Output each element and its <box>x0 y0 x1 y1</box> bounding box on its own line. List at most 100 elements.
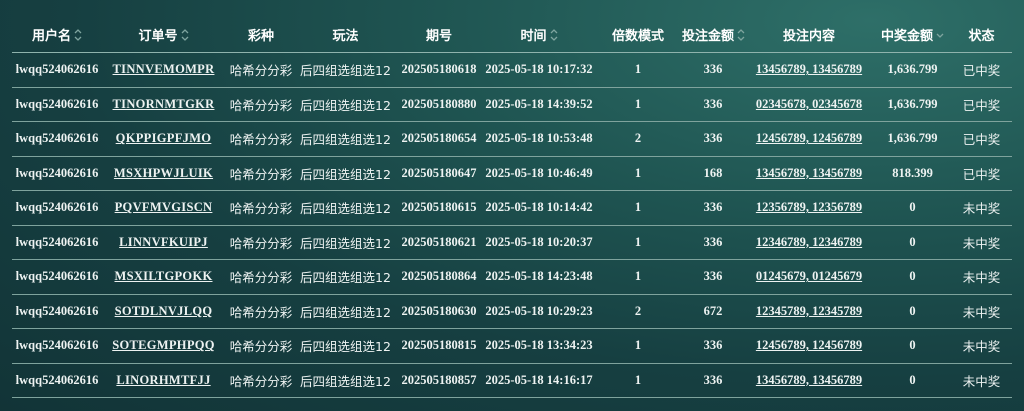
table-row: lwqq524062616 QKPPIGPFJMO 哈希分分彩 后四组选组选12 202… <box>12 121 1012 157</box>
order-link[interactable]: PQVFMVGISCN <box>115 200 213 214</box>
cell-issue: 202505180864 <box>394 259 484 295</box>
cell-time: 2025-05-18 10:53:48 <box>484 121 594 157</box>
order-link[interactable]: QKPPIGPFJMO <box>116 131 212 145</box>
cell-username: lwqq524062616 <box>12 363 102 398</box>
header-col-play: 玩法 <box>297 17 394 53</box>
cell-issue: 202505180857 <box>394 363 484 398</box>
cell-username: lwqq524062616 <box>12 259 102 295</box>
cell-play: 后四组选组选12 <box>297 156 394 191</box>
cell-status: 已中奖 <box>951 52 1012 88</box>
table-header: 用户名 订单号 彩种 玩法 期号 时间 倍数模式 投注金额 投注内容 中奖金额 状态 <box>12 17 1012 53</box>
header-label: 状态 <box>968 29 995 44</box>
cell-status: 未中奖 <box>951 363 1012 398</box>
cell-lottery: 哈希分分彩 <box>225 328 297 364</box>
cell-order-no: SOTEGMPHPQQ <box>102 328 225 364</box>
cell-bet-amount: 672 <box>682 294 744 329</box>
cell-multiplier: 1 <box>594 225 682 260</box>
bet-content-link[interactable]: 02345678, 02345678 <box>756 97 862 111</box>
cell-bet-content: 12456789, 12456789 <box>744 328 874 364</box>
cell-status: 未中奖 <box>951 328 1012 364</box>
cell-bet-content: 12456789, 12456789 <box>744 121 874 157</box>
header-col-order-no[interactable]: 订单号 <box>102 17 225 53</box>
table-row: lwqq524062616 SOTEGMPHPQQ 哈希分分彩 后四组选组选12 202… <box>12 328 1012 364</box>
cell-multiplier: 1 <box>594 328 682 364</box>
bet-content-link[interactable]: 12356789, 12356789 <box>756 200 862 214</box>
table-row: lwqq524062616 MSXILTGPOKK 哈希分分彩 后四组选组选12 202… <box>12 259 1012 295</box>
cell-username: lwqq524062616 <box>12 87 102 122</box>
sort-updown-icon[interactable] <box>74 28 82 42</box>
cell-lottery: 哈希分分彩 <box>225 363 297 398</box>
header-col-status: 状态 <box>951 17 1012 53</box>
cell-lottery: 哈希分分彩 <box>225 225 297 260</box>
cell-multiplier: 1 <box>594 87 682 122</box>
cell-bet-content: 13456789, 13456789 <box>744 363 874 398</box>
table-row: lwqq524062616 MSXHPWJLUIK 哈希分分彩 后四组选组选12 202… <box>12 156 1012 191</box>
cell-multiplier: 2 <box>594 294 682 329</box>
cell-issue: 202505180618 <box>394 52 484 88</box>
cell-multiplier: 1 <box>594 52 682 88</box>
cell-username: lwqq524062616 <box>12 328 102 364</box>
cell-order-no: MSXHPWJLUIK <box>102 156 225 191</box>
bet-content-link[interactable]: 12456789, 12456789 <box>756 338 862 352</box>
cell-bet-content: 12345789, 12345789 <box>744 294 874 329</box>
cell-time: 2025-05-18 10:29:23 <box>484 294 594 329</box>
bet-content-link[interactable]: 13456789, 13456789 <box>756 62 862 76</box>
cell-issue: 202505180621 <box>394 225 484 260</box>
cell-win-amount: 1,636.799 <box>874 121 951 157</box>
header-col-win-amount[interactable]: 中奖金额 <box>874 17 951 53</box>
bet-content-link[interactable]: 13456789, 13456789 <box>756 166 862 180</box>
header-col-bet-amount[interactable]: 投注金额 <box>682 17 745 53</box>
header-label: 倍数模式 <box>611 29 664 44</box>
cell-bet-amount: 336 <box>682 121 744 157</box>
order-link[interactable]: SOTEGMPHPQQ <box>112 338 215 352</box>
cell-status: 未中奖 <box>951 190 1012 226</box>
cell-username: lwqq524062616 <box>12 52 102 88</box>
cell-lottery: 哈希分分彩 <box>225 52 297 88</box>
cell-time: 2025-05-18 10:46:49 <box>484 156 594 191</box>
order-link[interactable]: LINORHMTFJJ <box>116 373 210 387</box>
cell-win-amount: 0 <box>874 294 951 329</box>
cell-win-amount: 1,636.799 <box>874 52 951 88</box>
header-label: 时间 <box>520 29 547 44</box>
cell-time: 2025-05-18 10:17:32 <box>484 52 594 88</box>
header-label: 投注内容 <box>782 29 835 44</box>
sort-down-icon[interactable] <box>936 28 944 42</box>
cell-play: 后四组选组选12 <box>297 190 394 226</box>
cell-bet-content: 01245679, 01245679 <box>744 259 874 295</box>
order-link[interactable]: TINNVEMOMPR <box>113 62 215 76</box>
cell-issue: 202505180880 <box>394 87 484 122</box>
sort-updown-icon[interactable] <box>181 28 189 42</box>
cell-issue: 202505180615 <box>394 190 484 226</box>
cell-lottery: 哈希分分彩 <box>225 294 297 329</box>
sort-updown-icon[interactable] <box>550 28 558 42</box>
cell-time: 2025-05-18 14:23:48 <box>484 259 594 295</box>
cell-status: 未中奖 <box>951 259 1012 295</box>
header-col-username[interactable]: 用户名 <box>12 17 102 53</box>
bet-content-link[interactable]: 01245679, 01245679 <box>756 269 862 283</box>
order-link[interactable]: LINNVFKUIPJ <box>119 235 208 249</box>
bet-content-link[interactable]: 13456789, 13456789 <box>756 373 862 387</box>
header-label: 投注金额 <box>682 29 735 44</box>
cell-win-amount: 818.399 <box>874 156 951 191</box>
cell-issue: 202505180815 <box>394 328 484 364</box>
header-col-issue: 期号 <box>394 17 484 53</box>
order-link[interactable]: MSXHPWJLUIK <box>114 166 213 180</box>
cell-bet-content: 12346789, 12346789 <box>744 225 874 260</box>
order-link[interactable]: SOTDLNVJLQQ <box>115 304 213 318</box>
bet-content-link[interactable]: 12456789, 12456789 <box>756 131 862 145</box>
sort-updown-icon[interactable] <box>737 28 745 42</box>
cell-order-no: TINNVEMOMPR <box>102 52 225 88</box>
cell-status: 未中奖 <box>951 294 1012 329</box>
cell-bet-amount: 336 <box>682 190 744 226</box>
bet-content-link[interactable]: 12346789, 12346789 <box>756 235 862 249</box>
cell-bet-content: 13456789, 13456789 <box>744 52 874 88</box>
header-col-time[interactable]: 时间 <box>484 17 594 53</box>
order-link[interactable]: MSXILTGPOKK <box>115 269 213 283</box>
cell-bet-amount: 336 <box>682 52 744 88</box>
bet-content-link[interactable]: 12345789, 12345789 <box>756 304 862 318</box>
cell-bet-amount: 336 <box>682 87 744 122</box>
cell-lottery: 哈希分分彩 <box>225 190 297 226</box>
cell-play: 后四组选组选12 <box>297 52 394 88</box>
cell-time: 2025-05-18 13:34:23 <box>484 328 594 364</box>
order-link[interactable]: TINORNMTGKR <box>113 97 215 111</box>
